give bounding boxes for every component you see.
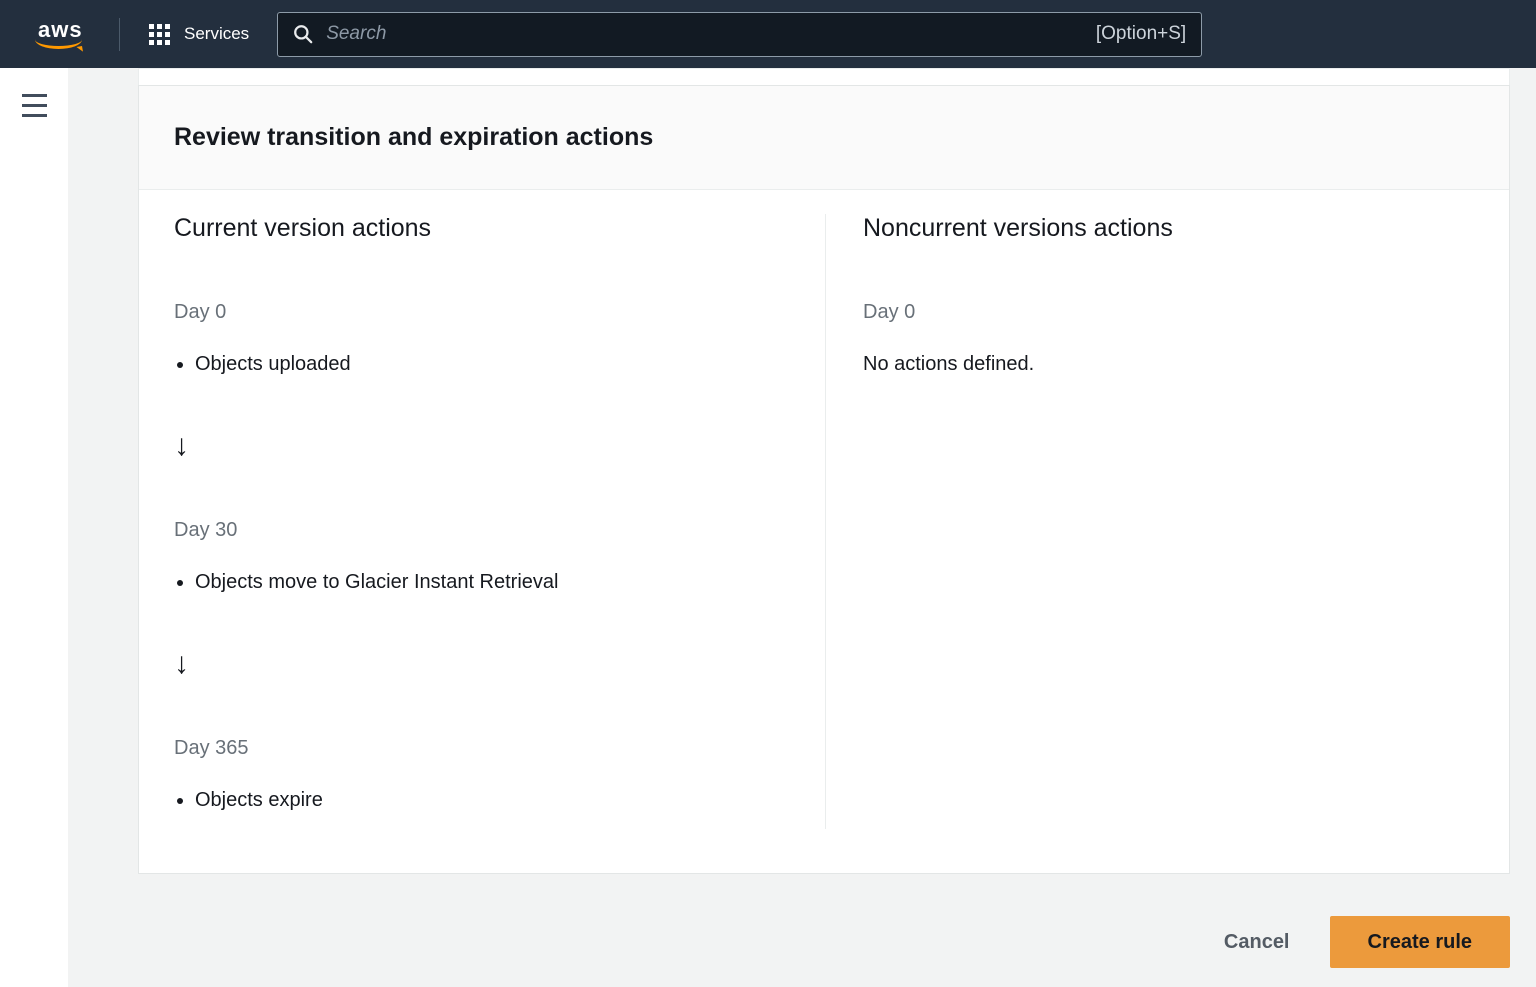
noncurrent-versions-actions-column: Noncurrent versions actions Day 0 No act… — [826, 214, 1509, 829]
review-panel: Review transition and expiration actions… — [138, 85, 1510, 874]
action-item: Objects uploaded — [195, 351, 801, 377]
current-version-actions-column: Current version actions Day 0 Objects up… — [139, 214, 826, 829]
down-arrow-icon: ↓ — [174, 429, 801, 463]
review-panel-header: Review transition and expiration actions — [139, 86, 1509, 190]
nav-divider — [119, 18, 120, 51]
day-label: Day 0 — [863, 299, 1474, 325]
action-item: Objects move to Glacier Instant Retrieva… — [195, 569, 801, 595]
services-menu-button[interactable]: Services — [149, 24, 249, 45]
aws-smile-icon — [35, 38, 82, 49]
no-actions-text: No actions defined. — [863, 351, 1474, 377]
current-version-actions-title: Current version actions — [174, 214, 801, 243]
noncurrent-versions-actions-title: Noncurrent versions actions — [863, 214, 1474, 243]
timeline-step: Day 30 Objects move to Glacier Instant R… — [174, 517, 801, 595]
aws-console-screen: aws Services [Option+S] — [0, 0, 1536, 987]
page-title: Review transition and expiration actions — [174, 123, 1474, 152]
form-actions: Cancel Create rule — [138, 916, 1510, 968]
review-panel-body: Current version actions Day 0 Objects up… — [139, 190, 1509, 873]
day-label: Day 30 — [174, 517, 801, 543]
services-label: Services — [184, 24, 249, 44]
search-input[interactable] — [326, 23, 1096, 45]
top-navigation-bar: aws Services [Option+S] — [0, 0, 1536, 68]
day-label: Day 0 — [174, 299, 801, 325]
main-content: Review transition and expiration actions… — [68, 68, 1536, 987]
search-shortcut-hint: [Option+S] — [1096, 23, 1186, 45]
timeline-step: Day 365 Objects expire — [174, 735, 801, 813]
day-label: Day 365 — [174, 735, 801, 761]
down-arrow-icon: ↓ — [174, 647, 801, 681]
cancel-button[interactable]: Cancel — [1222, 925, 1292, 960]
search-box[interactable]: [Option+S] — [277, 12, 1202, 57]
aws-logo[interactable]: aws — [35, 19, 89, 49]
hamburger-menu-icon[interactable] — [22, 94, 47, 124]
services-grid-icon — [149, 24, 170, 45]
timeline-step: Day 0 Objects uploaded — [174, 299, 801, 377]
create-rule-button[interactable]: Create rule — [1330, 916, 1511, 968]
side-navigation — [0, 68, 68, 987]
search-icon — [293, 24, 313, 44]
action-item: Objects expire — [195, 787, 801, 813]
previous-section-edge — [138, 68, 1510, 85]
